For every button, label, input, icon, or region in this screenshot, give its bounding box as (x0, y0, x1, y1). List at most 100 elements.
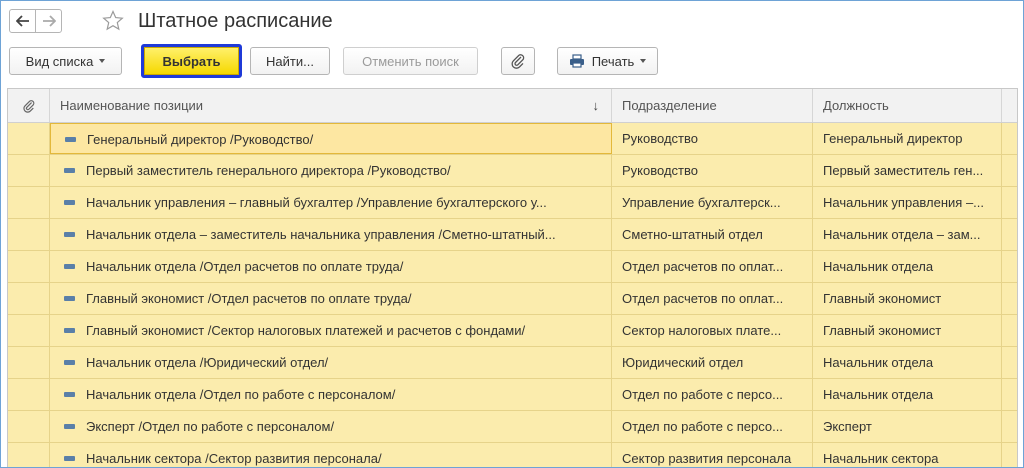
header-attachment[interactable] (8, 89, 50, 122)
row-name-text: Начальник отдела /Отдел по работе с перс… (86, 387, 396, 402)
list-item-icon (64, 328, 75, 333)
row-name-cell[interactable]: Начальник отдела /Отдел по работе с перс… (50, 379, 612, 410)
row-attachment-cell (8, 187, 50, 218)
row-position-cell[interactable]: Начальник отдела – зам... (813, 219, 1002, 250)
row-position-cell[interactable]: Начальник сектора (813, 443, 1002, 467)
table-row[interactable]: Начальник отдела – заместитель начальник… (8, 219, 1017, 251)
table-row[interactable]: Начальник сектора /Сектор развития персо… (8, 443, 1017, 467)
column-header-division[interactable]: Подразделение (612, 89, 813, 122)
table-row[interactable]: Начальник управления – главный бухгалтер… (8, 187, 1017, 219)
sort-down-icon: ↓ (592, 98, 600, 113)
chevron-down-icon (640, 59, 647, 63)
row-name-cell[interactable]: Начальник отдела – заместитель начальник… (50, 219, 612, 250)
list-item-icon (64, 168, 75, 173)
staff-table: Наименование позиции ↓ Подразделение Дол… (7, 88, 1018, 467)
row-position-cell[interactable]: Главный экономист (813, 315, 1002, 346)
column-header-position[interactable]: Должность (813, 89, 1002, 122)
row-name-text: Начальник управления – главный бухгалтер… (86, 195, 547, 210)
back-button[interactable] (9, 9, 36, 33)
table-row[interactable]: Первый заместитель генерального директор… (8, 155, 1017, 187)
table-row[interactable]: Начальник отдела /Отдел расчетов по опла… (8, 251, 1017, 283)
row-name-cell[interactable]: Начальник управления – главный бухгалтер… (50, 187, 612, 218)
table-row[interactable]: Эксперт /Отдел по работе с персоналом/От… (8, 411, 1017, 443)
row-scroll-spacer (1002, 283, 1017, 314)
row-name-text: Начальник отдела – заместитель начальник… (86, 227, 556, 242)
list-item-icon (64, 232, 75, 237)
row-position-cell[interactable]: Главный экономист (813, 283, 1002, 314)
attach-button[interactable] (501, 47, 535, 75)
row-scroll-spacer (1002, 347, 1017, 378)
row-scroll-spacer (1002, 379, 1017, 410)
row-name-text: Главный экономист /Отдел расчетов по опл… (86, 291, 412, 306)
row-name-cell[interactable]: Главный экономист /Сектор налоговых плат… (50, 315, 612, 346)
paperclip-icon (511, 54, 525, 69)
row-position-cell[interactable]: Генеральный директор (813, 123, 1002, 154)
row-division-cell[interactable]: Сектор налоговых плате... (612, 315, 813, 346)
table-row[interactable]: Генеральный директор /Руководство/Руково… (8, 123, 1017, 155)
column-header-name[interactable]: Наименование позиции ↓ (50, 89, 612, 122)
list-item-icon (64, 296, 75, 301)
row-position-cell[interactable]: Первый заместитель ген... (813, 155, 1002, 186)
print-button[interactable]: Печать (557, 47, 658, 75)
row-name-cell[interactable]: Начальник отдела /Юридический отдел/ (50, 347, 612, 378)
paperclip-icon (22, 99, 34, 113)
chevron-down-icon (99, 59, 106, 63)
row-division-cell[interactable]: Сметно-штатный отдел (612, 219, 813, 250)
table-row[interactable]: Начальник отдела /Отдел по работе с перс… (8, 379, 1017, 411)
row-scroll-spacer (1002, 155, 1017, 186)
row-name-cell[interactable]: Эксперт /Отдел по работе с персоналом/ (50, 411, 612, 442)
column-header-name-label: Наименование позиции (60, 98, 204, 113)
choose-button[interactable]: Выбрать (144, 47, 239, 75)
row-attachment-cell (8, 379, 50, 410)
row-attachment-cell (8, 347, 50, 378)
table-row[interactable]: Начальник отдела /Юридический отдел/Юрид… (8, 347, 1017, 379)
row-division-cell[interactable]: Отдел расчетов по оплат... (612, 251, 813, 282)
row-position-cell[interactable]: Начальник управления –... (813, 187, 1002, 218)
list-item-icon (64, 264, 75, 269)
row-name-text: Первый заместитель генерального директор… (86, 163, 451, 178)
row-name-cell[interactable]: Первый заместитель генерального директор… (50, 155, 612, 186)
favorite-star-icon[interactable] (101, 9, 125, 33)
list-item-icon (64, 200, 75, 205)
list-item-icon (64, 360, 75, 365)
row-division-cell[interactable]: Отдел расчетов по оплат... (612, 283, 813, 314)
row-position-cell[interactable]: Эксперт (813, 411, 1002, 442)
print-label: Печать (591, 53, 635, 69)
row-attachment-cell (8, 251, 50, 282)
list-item-icon (65, 137, 76, 142)
row-division-cell[interactable]: Отдел по работе с персо... (612, 411, 813, 442)
row-scroll-spacer (1002, 251, 1017, 282)
window-frame: Штатное расписание Вид списка Выбрать На… (0, 0, 1024, 468)
row-division-cell[interactable]: Руководство (612, 155, 813, 186)
row-position-cell[interactable]: Начальник отдела (813, 251, 1002, 282)
choose-button-focus: Выбрать (141, 44, 242, 78)
row-division-cell[interactable]: Сектор развития персонала (612, 443, 813, 467)
row-scroll-spacer (1002, 187, 1017, 218)
cancel-search-button[interactable]: Отменить поиск (343, 47, 478, 75)
row-position-cell[interactable]: Начальник отдела (813, 379, 1002, 410)
row-division-cell[interactable]: Управление бухгалтерск... (612, 187, 813, 218)
row-division-cell[interactable]: Юридический отдел (612, 347, 813, 378)
view-list-button[interactable]: Вид списка (9, 47, 122, 75)
table-header: Наименование позиции ↓ Подразделение Дол… (8, 89, 1017, 123)
row-division-cell[interactable]: Руководство (612, 123, 813, 154)
row-attachment-cell (8, 283, 50, 314)
forward-button[interactable] (35, 9, 62, 33)
list-item-icon (64, 424, 75, 429)
row-position-cell[interactable]: Начальник отдела (813, 347, 1002, 378)
row-name-text: Главный экономист /Сектор налоговых плат… (86, 323, 526, 338)
table-row[interactable]: Главный экономист /Отдел расчетов по опл… (8, 283, 1017, 315)
row-name-cell[interactable]: Начальник сектора /Сектор развития персо… (50, 443, 612, 467)
find-button[interactable]: Найти... (250, 47, 330, 75)
table-row[interactable]: Главный экономист /Сектор налоговых плат… (8, 315, 1017, 347)
list-item-icon (64, 392, 75, 397)
printer-icon (569, 54, 584, 68)
row-name-text: Начальник отдела /Юридический отдел/ (86, 355, 329, 370)
row-name-text: Начальник отдела /Отдел расчетов по опла… (86, 259, 404, 274)
row-division-cell[interactable]: Отдел по работе с персо... (612, 379, 813, 410)
page-title: Штатное расписание (138, 10, 333, 32)
row-name-cell[interactable]: Генеральный директор /Руководство/ (50, 123, 612, 154)
row-name-cell[interactable]: Начальник отдела /Отдел расчетов по опла… (50, 251, 612, 282)
row-name-cell[interactable]: Главный экономист /Отдел расчетов по опл… (50, 283, 612, 314)
row-attachment-cell (8, 123, 50, 154)
